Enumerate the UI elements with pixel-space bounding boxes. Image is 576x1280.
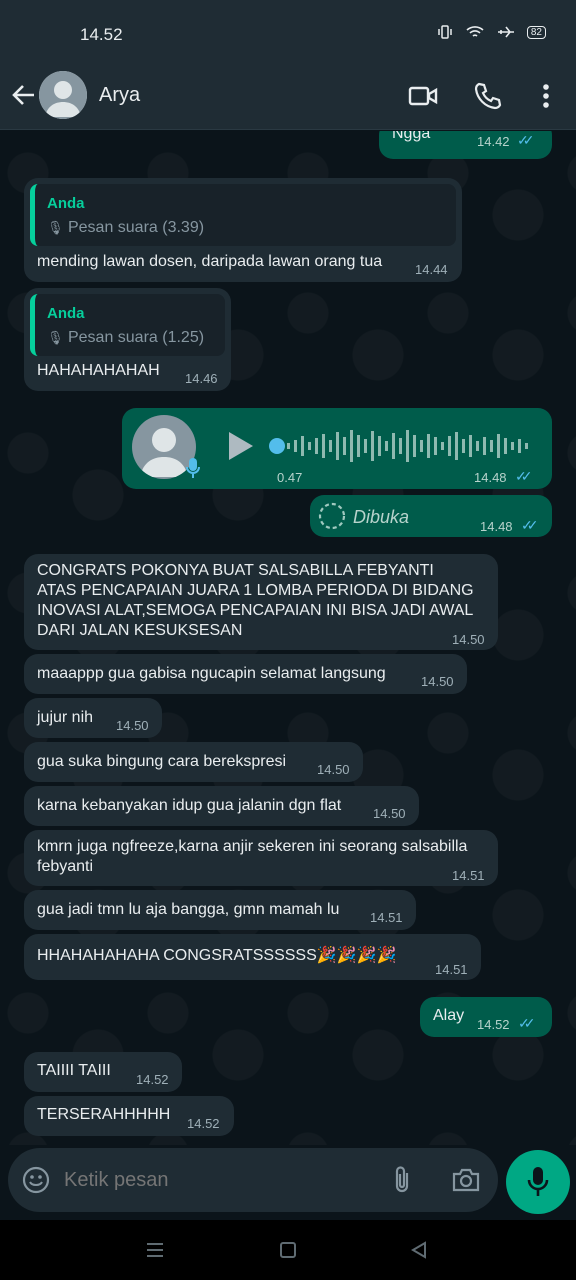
contact-name[interactable]: Arya [99, 84, 140, 107]
wifi-icon [466, 26, 484, 37]
microphone-icon [527, 1167, 549, 1196]
message-text: gua jadi tmn lu aja bangga, gmn mamah lu [37, 901, 340, 918]
message-list[interactable]: Ngga 14.42 ✓✓ Anda 🎙 Pesan suara (3.39) … [0, 131, 576, 1145]
recent-apps-icon[interactable] [145, 1241, 165, 1259]
message-time: 14.51 [435, 962, 468, 977]
message-time: 14.44 [415, 262, 448, 277]
message-incoming-reply[interactable]: Anda 🎙 Pesan suara (3.39) mending lawan … [24, 178, 462, 282]
message-time: 14.51 [452, 868, 485, 883]
read-receipt-icon: ✓✓ [518, 1015, 536, 1031]
system-navigation-bar [0, 1220, 576, 1280]
quote-author: Anda [47, 305, 85, 322]
airplane-icon [497, 26, 514, 38]
back-arrow-icon[interactable] [10, 81, 38, 109]
emoji-icon[interactable] [21, 1165, 51, 1195]
quote-voice-note: 🎙 Pesan suara (3.39) [47, 219, 205, 236]
message-incoming[interactable]: maaappp gua gabisa ngucapin selamat lang… [24, 654, 467, 694]
message-incoming[interactable]: jujur nih 14.50 [24, 698, 162, 738]
message-text: Ngga [392, 131, 431, 142]
message-outgoing[interactable]: Ngga 14.42 ✓✓ [379, 131, 552, 159]
message-text: jujur nih [37, 709, 94, 726]
message-text: CONGRATS POKONYA BUAT SALSABILLA FEBYANT… [37, 562, 474, 639]
message-incoming[interactable]: gua suka bingung cara berekspresi 14.50 [24, 742, 363, 782]
camera-icon[interactable] [451, 1166, 481, 1194]
vibrate-icon [438, 25, 452, 39]
message-incoming[interactable]: TERSERAHHHHH 14.52 [24, 1096, 234, 1136]
message-composer[interactable] [8, 1148, 498, 1212]
message-incoming[interactable]: HHAHAHAHAHA CONGSRATSSSSSS🎉🎉🎉🎉 14.51 [24, 934, 481, 980]
message-time: 14.48 [474, 470, 507, 485]
more-options-icon[interactable] [538, 80, 554, 112]
quoted-message[interactable]: Anda 🎙 Pesan suara (1.25) [30, 294, 225, 356]
whatsapp-chat-screen: 14.52 82 Arya Ngga 14.42 ✓✓ Anda � [0, 0, 576, 1280]
video-call-icon[interactable] [407, 80, 439, 112]
message-text: karna kebanyakan idup gua jalanin dgn fl… [37, 797, 342, 814]
play-icon[interactable] [226, 430, 256, 462]
mic-small-icon: 🎙 [47, 330, 64, 345]
view-once-label: Dibuka [353, 507, 410, 527]
message-text: gua suka bingung cara berekspresi [37, 753, 287, 770]
message-time: 14.52 [187, 1116, 220, 1131]
quote-author: Anda [47, 195, 85, 212]
audio-waveform[interactable] [287, 426, 537, 466]
message-time: 14.50 [452, 632, 485, 647]
message-text: TAIIII TAIII [37, 1062, 111, 1079]
mic-badge-icon [186, 458, 200, 478]
message-incoming[interactable]: gua jadi tmn lu aja bangga, gmn mamah lu… [24, 890, 416, 930]
message-incoming[interactable]: CONGRATS POKONYA BUAT SALSABILLA FEBYANT… [24, 554, 498, 650]
message-time: 14.52 [136, 1072, 169, 1087]
message-text: HAHAHAHAHAH [37, 362, 160, 379]
message-time: 14.50 [373, 806, 406, 821]
status-icons: 82 [437, 24, 546, 40]
contact-avatar[interactable] [39, 71, 87, 119]
system-back-icon[interactable] [410, 1241, 428, 1259]
view-once-message[interactable]: Dibuka 14.48 ✓✓ [310, 495, 552, 537]
message-time: 14.50 [421, 674, 454, 689]
message-outgoing[interactable]: Alay 14.52 ✓✓ [420, 997, 552, 1037]
read-receipt-icon: ✓✓ [517, 132, 535, 148]
read-receipt-icon: ✓✓ [521, 517, 539, 533]
quote-voice-note: 🎙 Pesan suara (1.25) [47, 329, 205, 346]
message-time: 14.46 [185, 371, 218, 386]
message-text: mending lawan dosen, daripada lawan oran… [37, 253, 383, 270]
home-icon[interactable] [279, 1241, 297, 1259]
message-time: 14.42 [477, 134, 510, 149]
message-text: Alay [433, 1007, 465, 1024]
battery-level: 82 [526, 25, 546, 39]
message-time: 14.52 [477, 1017, 510, 1032]
message-incoming[interactable]: TAIIII TAIII 14.52 [24, 1052, 182, 1092]
voice-call-icon[interactable] [472, 80, 504, 112]
default-avatar-icon [39, 71, 87, 119]
message-text: maaappp gua gabisa ngucapin selamat lang… [37, 665, 386, 682]
voice-duration: 0.47 [277, 470, 303, 485]
audio-progress-thumb[interactable] [269, 438, 285, 454]
voice-message-outgoing[interactable]: 0.47 14.48 ✓✓ [122, 408, 552, 489]
message-time: 14.50 [317, 762, 350, 777]
view-once-icon [318, 502, 346, 530]
message-time: 14.51 [370, 910, 403, 925]
mic-small-icon: 🎙 [47, 220, 64, 235]
message-time: 14.48 [480, 519, 513, 534]
chat-header: Arya [0, 64, 576, 130]
status-bar: 14.52 82 [0, 0, 576, 64]
message-time: 14.50 [116, 718, 149, 733]
message-incoming-reply[interactable]: Anda 🎙 Pesan suara (1.25) HAHAHAHAHAH 14… [24, 288, 231, 391]
message-incoming[interactable]: karna kebanyakan idup gua jalanin dgn fl… [24, 786, 419, 826]
attach-icon[interactable] [390, 1165, 416, 1195]
voice-record-button[interactable] [506, 1150, 570, 1214]
message-text: TERSERAHHHHH [37, 1106, 171, 1123]
quoted-message[interactable]: Anda 🎙 Pesan suara (3.39) [30, 184, 456, 246]
message-incoming[interactable]: kmrn juga ngfreeze,karna anjir sekeren i… [24, 830, 498, 886]
read-receipt-icon: ✓✓ [515, 468, 533, 484]
message-text: kmrn juga ngfreeze,karna anjir sekeren i… [37, 838, 468, 875]
message-input[interactable] [64, 1162, 364, 1198]
status-time: 14.52 [80, 25, 123, 44]
message-text: HHAHAHAHAHA CONGSRATSSSSSS🎉🎉🎉🎉 [37, 947, 397, 964]
